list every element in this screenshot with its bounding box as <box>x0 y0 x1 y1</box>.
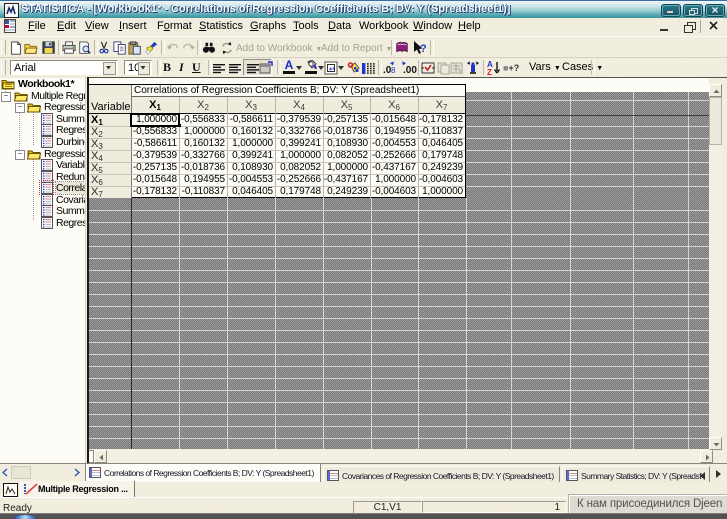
svg-text:.00: .00 <box>403 65 417 75</box>
svg-text:?: ? <box>420 43 427 55</box>
svg-text:Z: Z <box>487 68 492 75</box>
svg-text:8: 8 <box>391 66 396 75</box>
svg-text:↵: ↵ <box>329 65 336 74</box>
